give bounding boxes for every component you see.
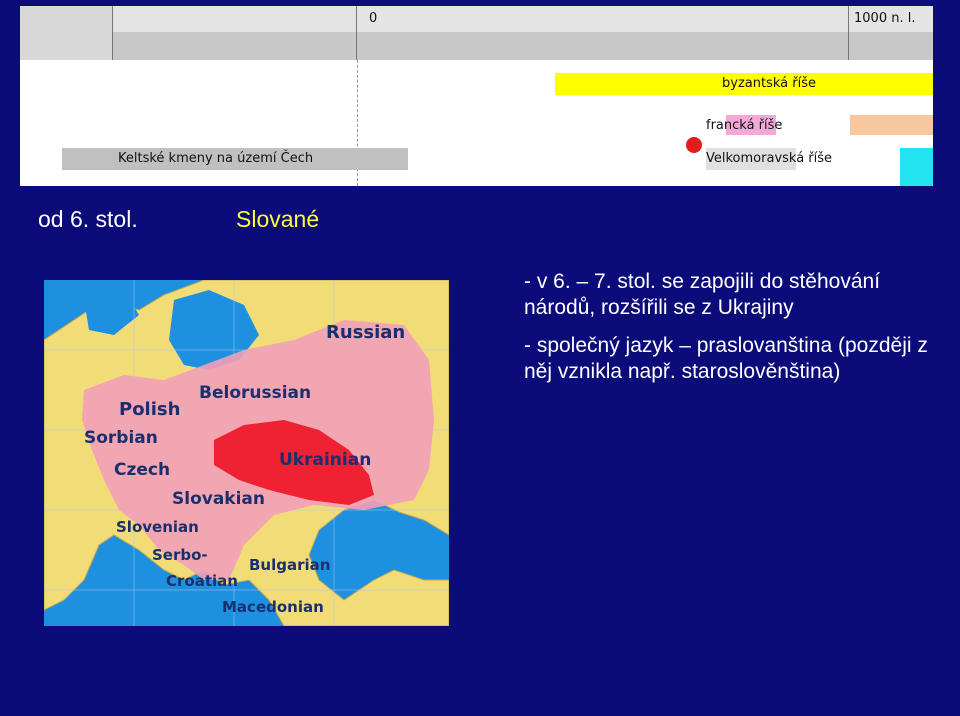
timeline-chart: 0 1000 n. l. byzantská říše francká říše… <box>20 6 933 186</box>
label-slovenian: Slovenian <box>116 518 199 536</box>
celtic-tribes-label: Keltské kmeny na území Čech <box>118 151 314 166</box>
label-sorbian: Sorbian <box>84 428 158 448</box>
slavic-languages-map: Russian Belorussian Polish Sorbian Czech… <box>44 280 449 626</box>
cyan-bar <box>900 148 933 186</box>
timeline-divider <box>356 6 357 60</box>
tick-zero-label: 0 <box>369 11 378 26</box>
map-svg: Russian Belorussian Polish Sorbian Czech… <box>44 280 449 626</box>
great-moravia-label: Velkomoravská říše <box>706 151 833 166</box>
body-text: - v 6. – 7. stol. se zapojili do stěhová… <box>524 269 944 397</box>
frankish-empire-label: francká říše <box>706 118 783 133</box>
timeline-subheader-row <box>20 32 933 60</box>
label-ukrainian: Ukrainian <box>279 450 371 470</box>
heading-slavs: Slované <box>236 206 320 232</box>
label-macedonian: Macedonian <box>222 598 324 616</box>
peach-bar <box>850 115 933 135</box>
byzantine-empire-label: byzantská říše <box>722 76 816 91</box>
label-czech: Czech <box>114 460 170 480</box>
label-belorussian: Belorussian <box>199 383 311 403</box>
label-slovakian: Slovakian <box>172 489 265 509</box>
label-serbo: Serbo- <box>152 546 208 564</box>
timeline-divider <box>112 6 113 60</box>
label-bulgarian: Bulgarian <box>249 556 330 574</box>
label-russian: Russian <box>326 322 405 343</box>
heading-period: od 6. stol. <box>38 206 138 232</box>
label-croatian: Croatian <box>166 572 238 590</box>
tick-1000-label: 1000 n. l. <box>854 11 916 26</box>
paragraph-migration: - v 6. – 7. stol. se zapojili do stěhová… <box>524 270 881 319</box>
label-polish: Polish <box>119 399 180 420</box>
timeline-left-cell <box>20 6 112 60</box>
timeline-header-row <box>20 6 933 32</box>
timeline-divider <box>848 6 849 60</box>
red-dot-marker <box>686 137 702 153</box>
paragraph-language: - společný jazyk – praslovanština (pozdě… <box>524 334 928 383</box>
